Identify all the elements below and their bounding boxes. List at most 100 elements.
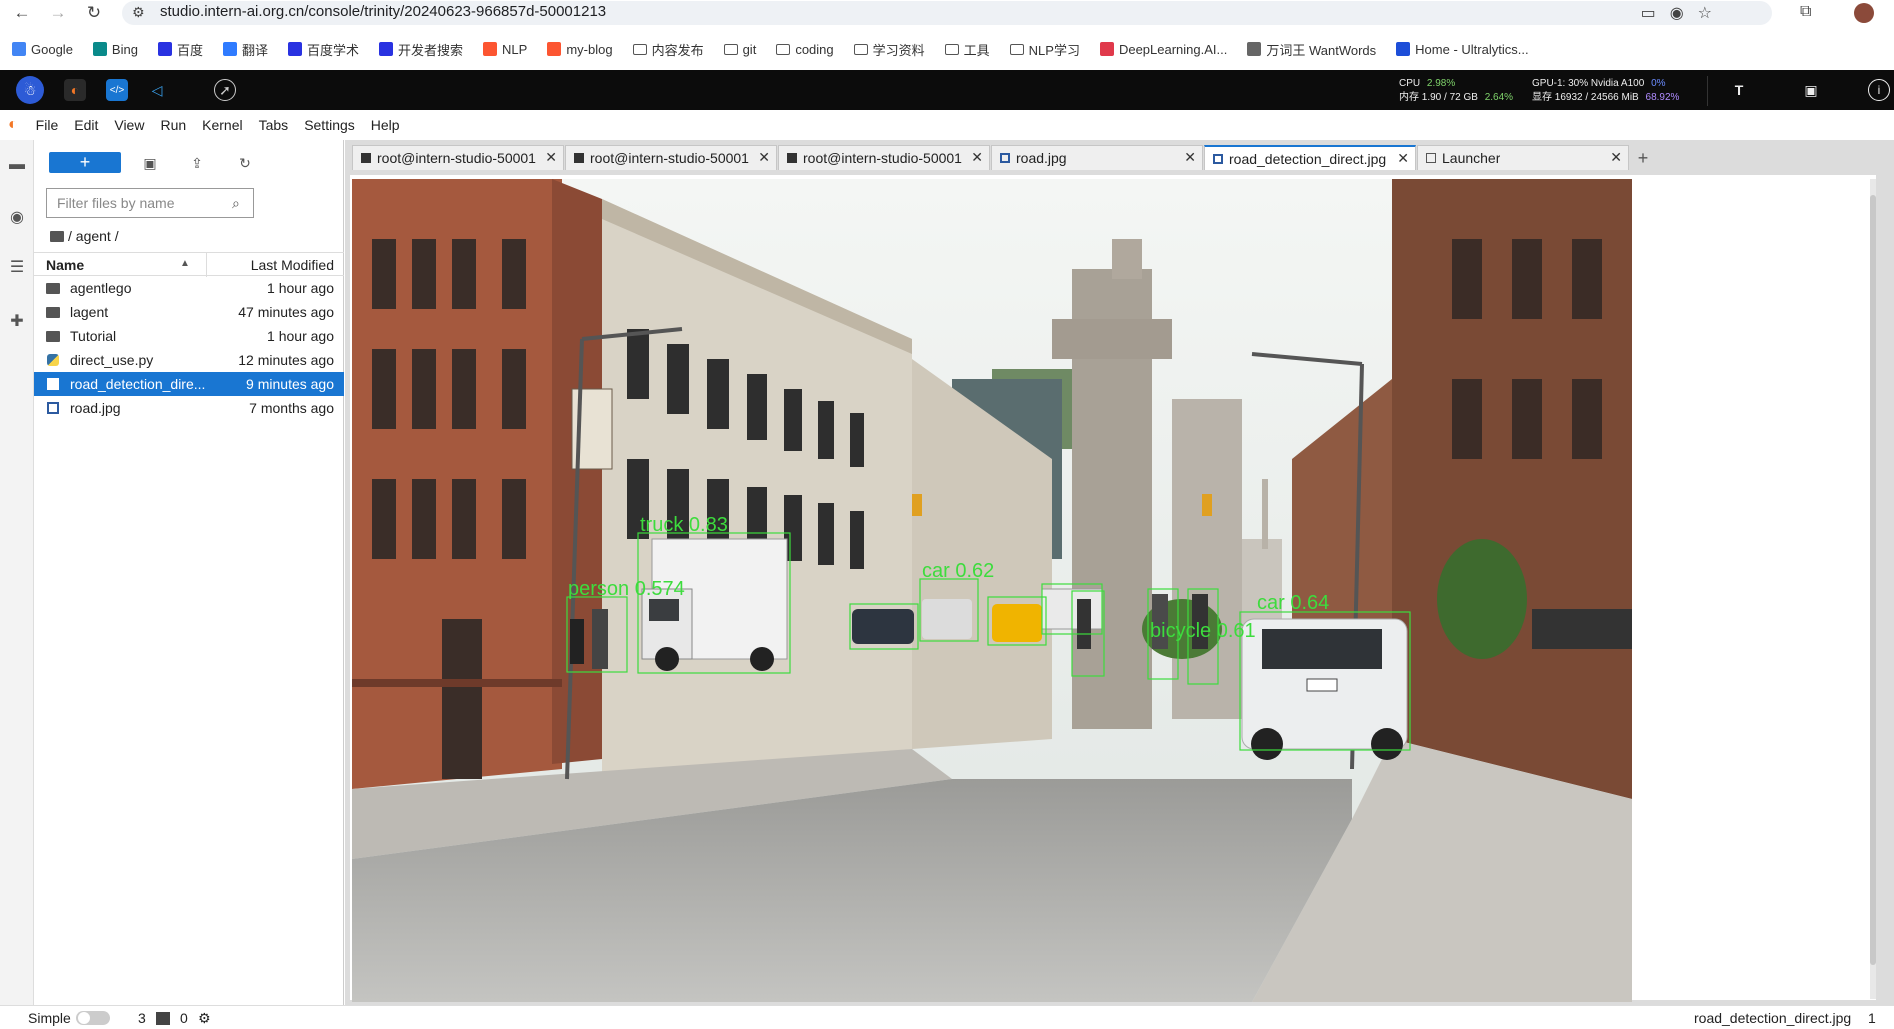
tab-image[interactable]: road.jpg ✕ — [991, 145, 1203, 170]
close-icon[interactable]: ✕ — [1610, 149, 1622, 166]
bookmark-item[interactable]: 百度学术 — [287, 40, 359, 59]
monitor-icon[interactable]: ▣ — [1800, 79, 1822, 101]
kernel-count[interactable]: 0 — [180, 1010, 188, 1026]
file-row[interactable]: road_detection_dire... 9 minutes ago — [34, 372, 344, 396]
profile-avatar[interactable] — [1854, 3, 1874, 23]
tab-terminal[interactable]: root@intern-studio-50001 ✕ — [352, 145, 564, 170]
bookmark-label: NLP — [502, 41, 528, 57]
menu-tabs[interactable]: Tabs — [259, 117, 289, 133]
bookmark-item[interactable]: my-blog — [547, 42, 613, 57]
close-icon[interactable]: ✕ — [1397, 150, 1409, 167]
file-row[interactable]: lagent 47 minutes ago — [34, 300, 344, 324]
close-icon[interactable]: ✕ — [1184, 149, 1196, 166]
bookmark-item[interactable]: 百度 — [157, 40, 203, 59]
column-name[interactable]: Name — [46, 257, 84, 273]
new-folder-icon[interactable]: ▣ — [139, 152, 161, 174]
folder-icon[interactable]: ▬ — [8, 156, 26, 174]
bookmark-item[interactable]: NLP学习 — [1009, 40, 1080, 59]
bookmark-label: DeepLearning.AI... — [1118, 41, 1228, 57]
cast-icon[interactable]: ▭ — [1641, 3, 1656, 23]
file-row[interactable]: direct_use.py 12 minutes ago — [34, 348, 344, 372]
bookmark-item[interactable]: Home - Ultralytics... — [1396, 42, 1529, 57]
bookmark-item[interactable]: 工具 — [944, 40, 990, 59]
extensions-icon[interactable]: ⧉ — [1800, 3, 1811, 21]
info-icon[interactable]: i — [1868, 79, 1890, 101]
reload-icon[interactable]: ↻ — [82, 1, 106, 25]
bookmarks-bar: Google Bing 百度 翻译 百度学术 开发者搜索 NLP my-blog 内容发布 git… — [0, 36, 1894, 62]
scrollbar-thumb[interactable] — [1870, 195, 1876, 965]
file-row[interactable]: agentlego 1 hour ago — [34, 276, 344, 300]
file-modified: 1 hour ago — [267, 328, 334, 344]
bookmark-item[interactable]: Bing — [92, 42, 138, 57]
bookmark-item[interactable]: DeepLearning.AI... — [1099, 41, 1228, 57]
menu-run[interactable]: Run — [160, 117, 186, 133]
close-icon[interactable]: ✕ — [758, 149, 770, 166]
breadcrumb-path[interactable]: / agent / — [68, 228, 119, 244]
menu-kernel[interactable]: Kernel — [202, 117, 242, 133]
filter-input[interactable] — [46, 188, 254, 218]
sort-ascending-icon[interactable]: ▲ — [180, 258, 190, 269]
back-icon[interactable]: ← — [10, 1, 34, 25]
tab-image[interactable]: road_detection_direct.jpg ✕ — [1204, 145, 1416, 170]
close-icon[interactable]: ✕ — [545, 149, 557, 166]
bookmark-label: 开发者搜索 — [398, 42, 464, 58]
tab-terminal[interactable]: root@intern-studio-50001 ✕ — [565, 145, 777, 170]
vram-label: 显存 16932 / 24566 MiB — [1532, 92, 1639, 103]
folder-icon[interactable] — [50, 230, 64, 242]
column-last-modified[interactable]: Last Modified — [251, 257, 334, 273]
bookmark-item[interactable]: 万词王 WantWords — [1247, 40, 1376, 59]
menu-edit[interactable]: Edit — [74, 117, 98, 133]
terminal-icon[interactable] — [156, 1012, 170, 1025]
tab-launcher[interactable]: Launcher ✕ — [1417, 145, 1629, 170]
bookmark-item[interactable]: 内容发布 — [632, 40, 704, 59]
bookmark-item[interactable]: 开发者搜索 — [379, 40, 463, 59]
cpu-value: 2.98% — [1426, 78, 1456, 89]
image-icon — [1213, 153, 1223, 164]
site-settings-icon[interactable]: ⚙ — [132, 4, 145, 21]
forward-icon[interactable]: → — [46, 1, 70, 25]
vscode-icon[interactable]: ◁ — [146, 79, 168, 101]
code-server-icon[interactable]: </> — [106, 79, 128, 101]
running-icon[interactable]: ◉ — [8, 208, 26, 226]
star-icon[interactable]: ☆ — [1698, 3, 1712, 23]
upload-icon[interactable]: ⇪ — [186, 152, 208, 174]
folder-icon — [46, 281, 60, 295]
file-row[interactable]: Tutorial 1 hour ago — [34, 324, 344, 348]
python-file-icon — [46, 353, 60, 367]
file-row[interactable]: road.jpg 7 months ago — [34, 396, 344, 420]
file-name: direct_use.py — [70, 352, 154, 368]
image-viewer: truck 0.83 person 0.574 car 0.62 bicycle… — [350, 175, 1876, 1002]
menu-view[interactable]: View — [114, 117, 144, 133]
toc-icon[interactable]: ☰ — [8, 258, 26, 276]
bookmark-item[interactable]: Google — [12, 42, 73, 57]
mem-label: 内存 1.90 / 72 GB — [1399, 92, 1478, 103]
file-modified: 7 months ago — [249, 400, 334, 416]
address-bar[interactable]: ⚙ studio.intern-ai.org.cn/console/trinit… — [122, 1, 1772, 25]
menu-file[interactable]: File — [36, 117, 59, 133]
simple-mode-toggle[interactable] — [76, 1011, 110, 1025]
bookmark-item[interactable]: coding — [776, 42, 834, 57]
url-text[interactable]: studio.intern-ai.org.cn/console/trinity/… — [160, 3, 606, 20]
menu-settings[interactable]: Settings — [304, 117, 355, 133]
column-divider[interactable] — [206, 253, 207, 277]
bookmark-item[interactable]: 学习资料 — [853, 40, 925, 59]
tensorflow-icon[interactable]: T — [1728, 79, 1750, 101]
bookmark-item[interactable]: git — [723, 42, 756, 57]
intern-logo-icon[interactable]: ☃ — [16, 76, 44, 104]
refresh-icon[interactable]: ↻ — [234, 152, 256, 174]
file-modified: 47 minutes ago — [238, 304, 334, 320]
folder-icon — [632, 43, 647, 55]
jupyter-icon[interactable]: ◐ — [64, 79, 86, 101]
extension-icon[interactable]: ✚ — [8, 312, 26, 330]
terminal-count[interactable]: 3 — [138, 1010, 146, 1026]
bookmark-item[interactable]: NLP — [483, 42, 527, 57]
add-tab-button[interactable]: + — [1632, 147, 1654, 169]
tab-terminal[interactable]: root@intern-studio-50001 ✕ — [778, 145, 990, 170]
bookmark-item[interactable]: 翻译 — [222, 40, 268, 59]
compass-icon[interactable]: ➚ — [214, 79, 236, 101]
close-icon[interactable]: ✕ — [971, 149, 983, 166]
kernel-icon[interactable]: ⚙ — [198, 1010, 211, 1027]
eye-icon[interactable]: ◉ — [1670, 3, 1684, 23]
new-launcher-button[interactable]: + — [49, 152, 121, 173]
menu-help[interactable]: Help — [371, 117, 400, 133]
